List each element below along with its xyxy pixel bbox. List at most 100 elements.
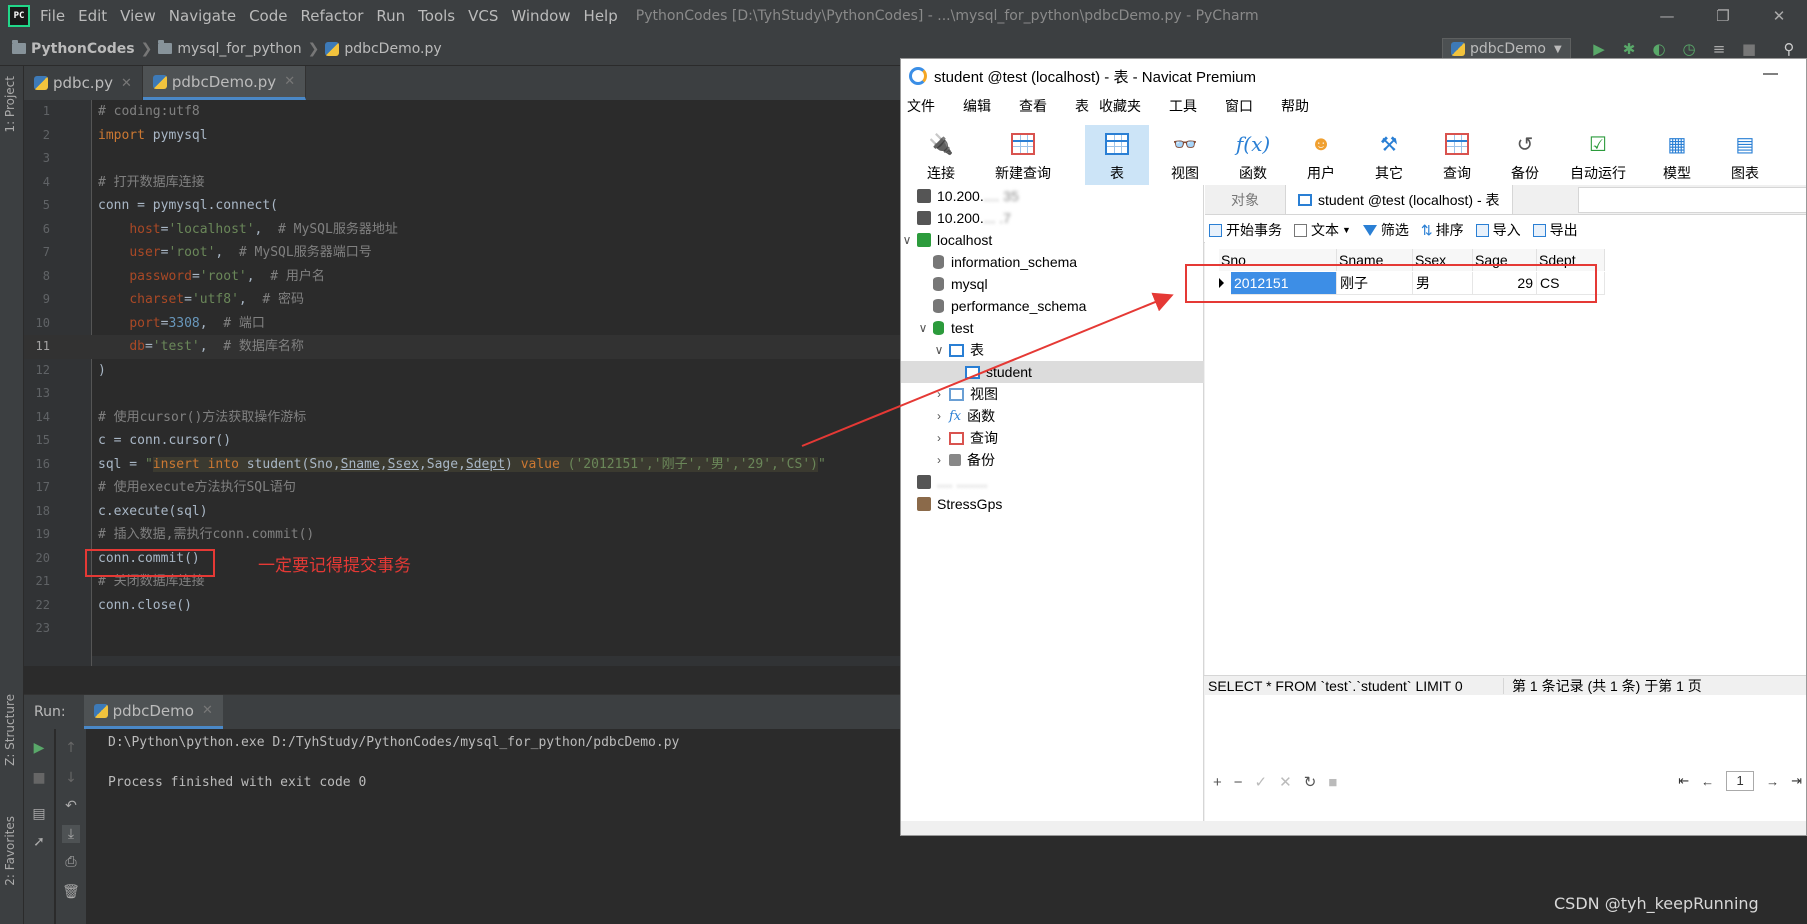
code-line[interactable]: 19 # 插入数据,需执行conn.commit() (24, 523, 900, 547)
tree-connection[interactable]: .... ........ (901, 471, 1204, 493)
tree-connection-localhost[interactable]: ∨ localhost (901, 229, 1204, 251)
tool-query[interactable]: 查询 (1425, 125, 1489, 187)
code-line[interactable]: 17 # 使用execute方法执行SQL语句 (24, 476, 900, 500)
pin-icon[interactable]: ➚ (30, 833, 48, 851)
restore-icon[interactable]: ❐ (1700, 0, 1746, 32)
code-line[interactable]: 18 c.execute(sql) (24, 500, 900, 524)
scroll-to-end-icon[interactable]: ⤓ (62, 825, 80, 843)
profile-icon[interactable]: ◷ (1680, 40, 1698, 58)
code-line[interactable]: 13 (24, 382, 900, 406)
first-page-icon[interactable]: ⇤ (1678, 773, 1689, 789)
code-editor[interactable]: 1 # coding:utf8 2 import pymysql 3 4 # 打开数据… (24, 100, 900, 666)
search-icon[interactable]: ⚲ (1780, 40, 1798, 58)
tab-student-table[interactable]: student @test (localhost) - 表 (1285, 185, 1513, 214)
code-line[interactable]: 8 password='root', # 用户名 (24, 265, 900, 289)
code-line[interactable]: 7 user='root', # MySQL服务器端口号 (24, 241, 900, 265)
menu-window[interactable]: Window (511, 7, 570, 25)
debug-icon[interactable]: ✱ (1620, 40, 1638, 58)
nv-menu-favorites[interactable]: 收藏夹 (1099, 96, 1141, 116)
code-line[interactable]: 15 c = conn.cursor() (24, 429, 900, 453)
breadcrumb-folder[interactable]: mysql_for_python (158, 40, 302, 57)
tool-other[interactable]: ⚒ 其它 (1357, 125, 1421, 187)
tool-user[interactable]: ☻ 用户 (1289, 125, 1353, 187)
export-button[interactable]: 导出 (1532, 220, 1578, 240)
tab-pdbc[interactable]: pdbc.py ✕ (24, 66, 143, 100)
begin-transaction-button[interactable]: 开始事务 (1209, 220, 1282, 240)
menu-edit[interactable]: Edit (78, 7, 107, 25)
coverage-icon[interactable]: ◐ (1650, 40, 1668, 58)
expand-icon[interactable]: ∨ (901, 233, 913, 247)
menu-vcs[interactable]: VCS (468, 7, 498, 25)
code-line[interactable]: 9 charset='utf8', # 密码 (24, 288, 900, 312)
build-icon[interactable]: ≡ (1710, 40, 1728, 58)
tool-connect[interactable]: 🔌 连接 (909, 125, 973, 187)
tool-chart[interactable]: ▤ 图表 (1713, 125, 1777, 187)
tree-connection[interactable]: 10.200.... .7 (901, 207, 1204, 229)
sort-button[interactable]: ⇅ 排序 (1421, 220, 1464, 240)
tree-table-student[interactable]: student (901, 361, 1204, 383)
close-tab-icon[interactable]: ✕ (121, 76, 132, 91)
layout-icon[interactable]: ▤ (30, 805, 48, 823)
code-line[interactable]: 14 # 使用cursor()方法获取操作游标 (24, 406, 900, 430)
nv-menu-help[interactable]: 帮助 (1281, 96, 1309, 116)
code-line[interactable]: 22 conn.close() (24, 594, 900, 618)
nv-menu-edit[interactable]: 编辑 (963, 96, 991, 116)
expand-icon[interactable]: ∨ (933, 343, 945, 357)
apply-icon[interactable]: ✓ (1255, 773, 1268, 791)
project-tool-button[interactable]: 1: Project (3, 76, 17, 133)
code-line[interactable]: 6 host='localhost', # MySQL服务器地址 (24, 218, 900, 242)
code-line[interactable]: 12) (24, 359, 900, 383)
run-configuration-select[interactable]: pdbcDemo ▼ (1442, 38, 1571, 60)
close-icon[interactable]: ✕ (1756, 0, 1802, 32)
nv-menu-window[interactable]: 窗口 (1225, 96, 1253, 116)
import-button[interactable]: 导入 (1475, 220, 1521, 240)
rerun-icon[interactable]: ▶ (30, 739, 48, 757)
tree-functions-node[interactable]: › fx 函数 (901, 405, 1204, 427)
filter-button[interactable]: 筛选 (1362, 220, 1409, 240)
tool-new-query[interactable]: 新建查询 (983, 125, 1063, 187)
menu-view[interactable]: View (120, 7, 156, 25)
scroll-up-icon[interactable]: ↑ (62, 739, 80, 757)
run-icon[interactable]: ▶ (1590, 40, 1608, 58)
run-tab-pdbcdemo[interactable]: pdbcDemo ✕ (83, 695, 223, 729)
stop-icon[interactable]: ■ (1740, 40, 1758, 58)
trash-icon[interactable]: 🗑 (62, 883, 80, 901)
tree-connection[interactable]: 10.200..... 35 (901, 185, 1204, 207)
minimize-icon[interactable]: — (1644, 0, 1690, 32)
breadcrumb-file[interactable]: pdbcDemo.py (325, 41, 442, 57)
code-line[interactable]: 3 (24, 147, 900, 171)
tree-database[interactable]: information_schema (901, 251, 1204, 273)
discard-icon[interactable]: ✕ (1279, 773, 1292, 791)
expand-icon[interactable]: › (933, 387, 945, 401)
tool-backup[interactable]: ↺ 备份 (1493, 125, 1557, 187)
tree-views-node[interactable]: › 视图 (901, 383, 1204, 405)
close-tab-icon[interactable]: ✕ (284, 74, 295, 89)
menu-refactor[interactable]: Refactor (300, 7, 363, 25)
nv-menu-view[interactable]: 查看 (1019, 96, 1047, 116)
menu-file[interactable]: File (40, 7, 65, 25)
tree-database-test[interactable]: ∨ test (901, 317, 1204, 339)
nv-menu-table[interactable]: 表 (1075, 96, 1089, 116)
page-number-input[interactable]: 1 (1726, 771, 1755, 791)
expand-icon[interactable]: › (933, 431, 945, 445)
tree-queries-node[interactable]: › 查询 (901, 427, 1204, 449)
menu-navigate[interactable]: Navigate (169, 7, 236, 25)
structure-tool-button[interactable]: Z: Structure (3, 694, 17, 766)
stop-icon[interactable]: ■ (1328, 774, 1337, 791)
tool-function[interactable]: f(x) 函数 (1221, 125, 1285, 187)
horizontal-scrollbar[interactable] (92, 656, 900, 666)
code-line[interactable]: 23 (24, 617, 900, 641)
stop-icon[interactable]: ■ (30, 769, 48, 787)
expand-icon[interactable]: › (933, 409, 945, 423)
scroll-down-icon[interactable]: ↓ (62, 769, 80, 787)
prev-page-icon[interactable]: ← (1701, 774, 1714, 789)
code-line[interactable]: 2 import pymysql (24, 124, 900, 148)
tree-backups-node[interactable]: › 备份 (901, 449, 1204, 471)
add-record-icon[interactable]: + (1213, 774, 1222, 791)
text-button[interactable]: 文本 ▼ (1294, 220, 1351, 240)
tool-model[interactable]: ▦ 模型 (1645, 125, 1709, 187)
menu-code[interactable]: Code (249, 7, 287, 25)
tool-view[interactable]: 👓 视图 (1153, 125, 1217, 187)
tree-connection-stressgps[interactable]: StressGps (901, 493, 1204, 515)
expand-icon[interactable]: › (933, 453, 945, 467)
